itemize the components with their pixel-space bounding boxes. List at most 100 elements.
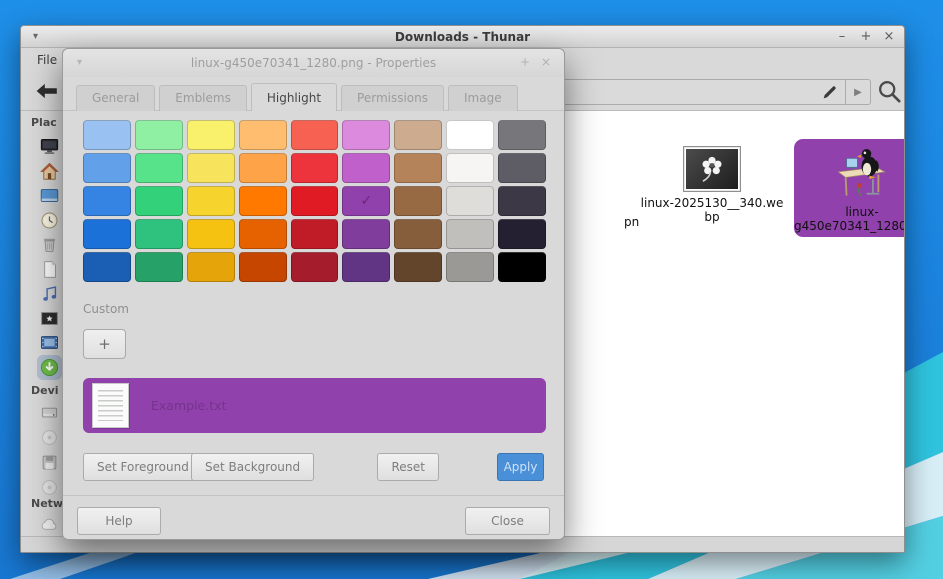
sidebar-item-downloads[interactable] [40, 358, 59, 377]
palette-swatch-f6d32d[interactable] [187, 186, 235, 216]
palette-swatch-77767b[interactable] [498, 120, 546, 150]
palette-swatch-57e389[interactable] [135, 153, 183, 183]
help-button[interactable]: Help [77, 507, 161, 535]
palette-swatch-c0bfbc[interactable] [446, 219, 494, 249]
sidebar-item-videos[interactable] [40, 333, 59, 352]
back-arrow-icon [35, 82, 59, 100]
sidebar-item-desktop[interactable] [40, 186, 59, 205]
palette-swatch-c64600[interactable] [239, 252, 287, 282]
palette-swatch-3584e4[interactable] [83, 186, 131, 216]
go-button[interactable]: ▶ [846, 79, 871, 105]
palette-swatch-e66100[interactable] [239, 219, 287, 249]
image-placeholder-icon [683, 146, 741, 192]
tab-bar: GeneralEmblemsHighlightPermissionsImage [76, 83, 522, 111]
file-webp-label-line1: linux-2025130__340.we [632, 196, 792, 210]
sidebar-item-computer[interactable] [40, 137, 59, 156]
sidebar-item-optical2[interactable] [40, 478, 59, 497]
sidebar-item-trash[interactable] [40, 235, 59, 254]
maximize-button[interactable]: + [856, 26, 876, 48]
tab-emblems[interactable]: Emblems [159, 85, 247, 111]
palette-swatch-62a0ea[interactable] [83, 153, 131, 183]
color-palette: ✓ [83, 120, 546, 282]
dialog-close-icon[interactable]: × [537, 49, 555, 77]
palette-swatch-e5a50a[interactable] [187, 252, 235, 282]
sidebar-item-recent[interactable] [40, 211, 59, 230]
sidebar-item-floppy[interactable] [40, 453, 59, 472]
file-png-label-line1: linux- [794, 205, 905, 219]
palette-swatch-3d3846[interactable] [498, 186, 546, 216]
edit-path-icon[interactable] [821, 84, 838, 101]
palette-swatch-1a5fb4[interactable] [83, 252, 131, 282]
window-titlebar[interactable]: ▾ Downloads - Thunar – + × [21, 26, 904, 48]
palette-swatch-ffa348[interactable] [239, 153, 287, 183]
dialog-menu-caret-icon[interactable]: ▾ [77, 49, 82, 77]
palette-swatch-ff7800[interactable] [239, 186, 287, 216]
minimize-button[interactable]: – [832, 26, 852, 48]
palette-swatch-9141ac[interactable]: ✓ [342, 186, 390, 216]
palette-swatch-000000[interactable] [498, 252, 546, 282]
palette-swatch-f66151[interactable] [291, 120, 339, 150]
apply-button[interactable]: Apply [497, 453, 544, 481]
sidebar-item-network[interactable] [40, 515, 59, 534]
palette-swatch-8ff0a4[interactable] [135, 120, 183, 150]
set-foreground-button[interactable]: Set Foreground [83, 453, 203, 481]
palette-swatch-cdab8f[interactable] [394, 120, 442, 150]
palette-swatch-f8e45c[interactable] [187, 153, 235, 183]
palette-swatch-f9f06b[interactable] [187, 120, 235, 150]
palette-swatch-b5835a[interactable] [394, 153, 442, 183]
palette-swatch-813d9c[interactable] [342, 219, 390, 249]
palette-swatch-9a9996[interactable] [446, 252, 494, 282]
palette-swatch-deddda[interactable] [446, 186, 494, 216]
palette-swatch-26a269[interactable] [135, 252, 183, 282]
search-button[interactable] [876, 78, 903, 105]
palette-swatch-f6f5f4[interactable] [446, 153, 494, 183]
dialog-maximize-icon[interactable]: + [516, 49, 534, 77]
palette-swatch-dc8add[interactable] [342, 120, 390, 150]
set-background-button[interactable]: Set Background [191, 453, 314, 481]
dialog-title: linux-g450e70341_1280.png - Properties [191, 56, 436, 70]
palette-swatch-f5c211[interactable] [187, 219, 235, 249]
palette-swatch-63452c[interactable] [394, 252, 442, 282]
palette-swatch-ffffff[interactable] [446, 120, 494, 150]
menu-file[interactable]: File [33, 48, 61, 73]
palette-swatch-865e3c[interactable] [394, 219, 442, 249]
tab-general[interactable]: General [76, 85, 155, 111]
palette-swatch-986a44[interactable] [394, 186, 442, 216]
sidebar-item-music[interactable] [40, 284, 59, 303]
palette-swatch-33d17a[interactable] [135, 186, 183, 216]
palette-swatch-613583[interactable] [342, 252, 390, 282]
palette-swatch-5e5c64[interactable] [498, 153, 546, 183]
dialog-titlebar[interactable]: ▾ linux-g450e70341_1280.png - Properties… [63, 49, 564, 77]
back-button[interactable] [35, 82, 59, 102]
tux-at-desk-icon [830, 141, 894, 201]
palette-swatch-ffbe6f[interactable] [239, 120, 287, 150]
text-file-icon [92, 383, 129, 428]
palette-swatch-c01c28[interactable] [291, 219, 339, 249]
add-custom-color-button[interactable]: + [83, 329, 126, 359]
close-dialog-button[interactable]: Close [465, 507, 550, 535]
close-button[interactable]: × [879, 26, 899, 48]
tab-image[interactable]: Image [448, 85, 518, 111]
file-webp[interactable]: linux-2025130__340.we bp [632, 146, 792, 224]
tab-permissions[interactable]: Permissions [341, 85, 444, 111]
highlight-preview: Example.txt [83, 378, 546, 433]
selected-check-icon: ✓ [342, 186, 390, 216]
palette-swatch-241f31[interactable] [498, 219, 546, 249]
sidebar-item-optical[interactable] [40, 428, 59, 447]
window-title: Downloads - Thunar [21, 26, 904, 48]
palette-swatch-1c71d8[interactable] [83, 219, 131, 249]
tab-highlight[interactable]: Highlight [251, 83, 337, 111]
palette-swatch-c061cb[interactable] [342, 153, 390, 183]
palette-swatch-ed333b[interactable] [291, 153, 339, 183]
palette-swatch-e01b24[interactable] [291, 186, 339, 216]
palette-swatch-2ec27e[interactable] [135, 219, 183, 249]
reset-button[interactable]: Reset [377, 453, 439, 481]
sidebar-item-harddisk[interactable] [40, 403, 59, 422]
palette-swatch-a51d2d[interactable] [291, 252, 339, 282]
sidebar-item-pictures[interactable] [40, 309, 59, 328]
sidebar-item-documents[interactable] [40, 260, 59, 279]
palette-swatch-99c1f1[interactable] [83, 120, 131, 150]
desktop: ▾ Downloads - Thunar – + × File [0, 0, 943, 579]
file-png-highlighted[interactable]: linux- g450e70341_1280.png [794, 139, 905, 237]
sidebar-item-home[interactable] [40, 162, 59, 181]
